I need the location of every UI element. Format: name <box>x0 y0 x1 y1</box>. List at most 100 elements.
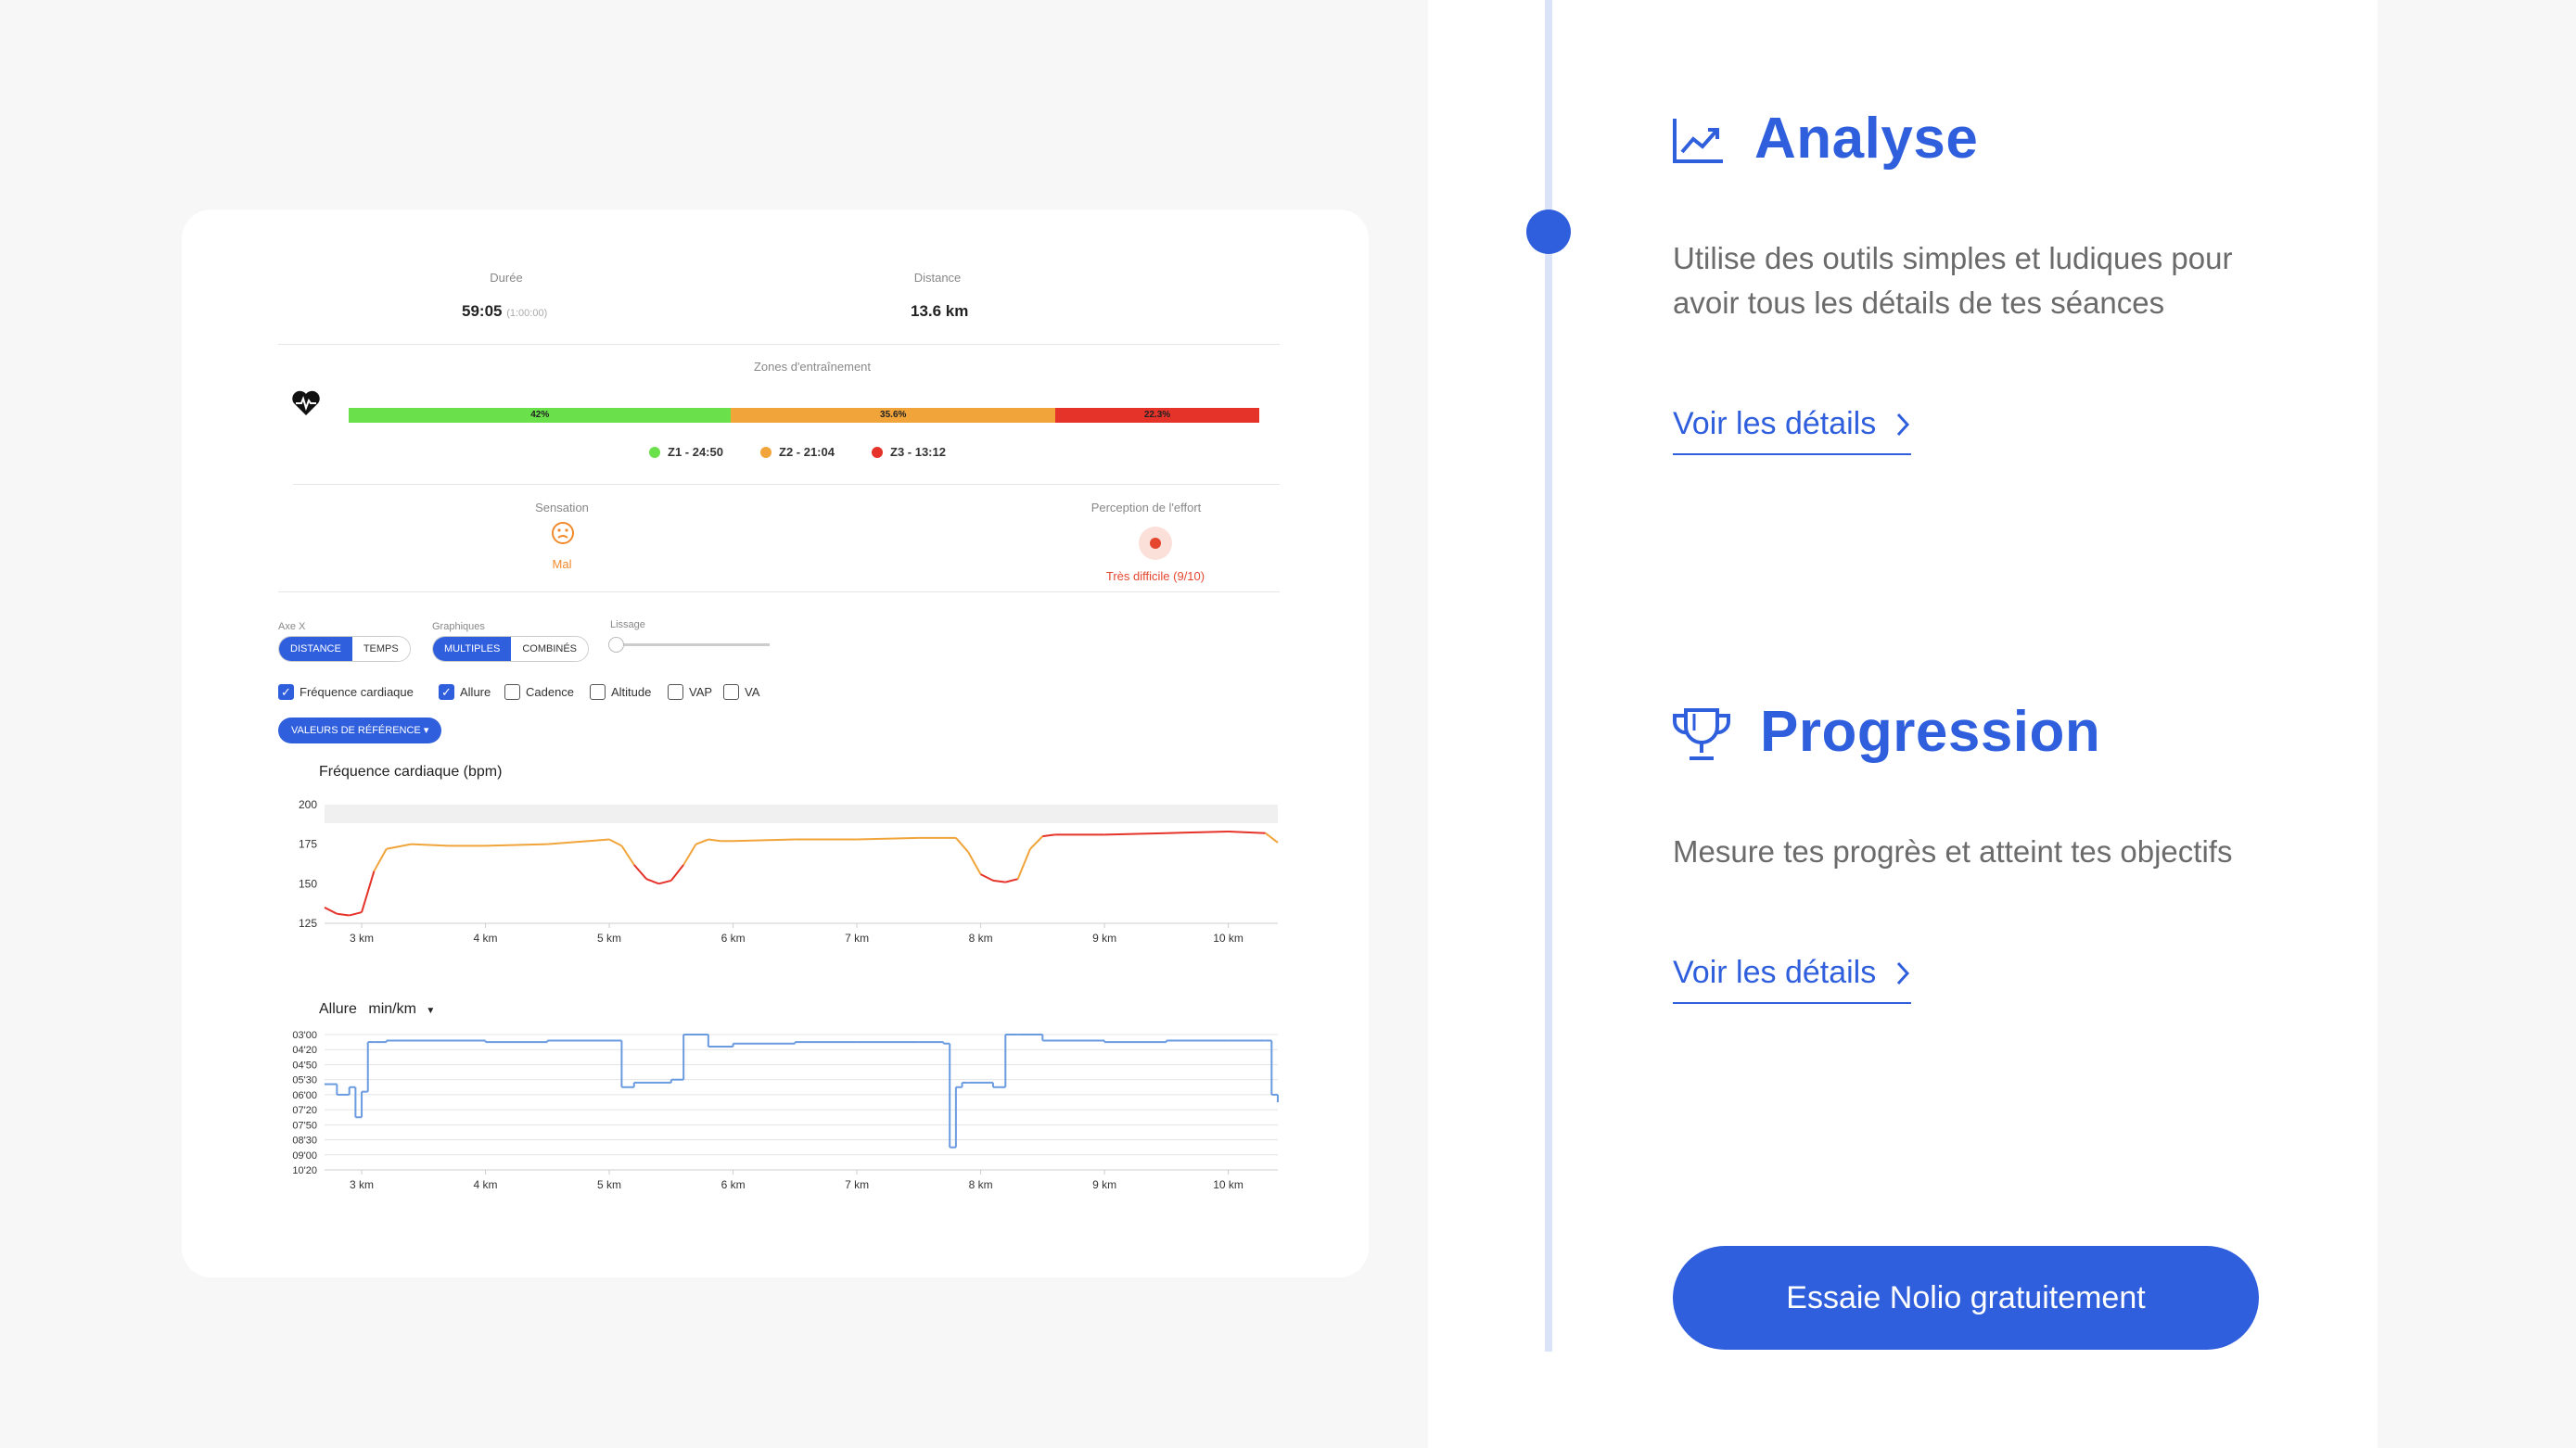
zone-legend-3: Z3 - 13:12 <box>872 445 946 459</box>
series-segment <box>337 912 350 917</box>
series-segment <box>682 844 697 866</box>
series-segment <box>992 879 1006 883</box>
x-tick-label: 4 km <box>474 932 498 945</box>
timeline-marker <box>1526 210 1571 254</box>
checkbox-pace[interactable]: ✓ Allure <box>439 684 491 700</box>
checkbox-label: VAP <box>689 685 713 699</box>
x-tick-label: 7 km <box>845 1178 869 1191</box>
y-tick-label: 04'50 <box>292 1060 317 1071</box>
timeline-track <box>1545 0 1552 1352</box>
checkbox-altitude[interactable]: Altitude <box>590 684 651 700</box>
divider <box>278 591 1280 592</box>
smoothing-slider-handle[interactable] <box>608 637 624 653</box>
link-label: Voir les détails <box>1673 955 1877 990</box>
pace-chart-label: Allure <box>319 1001 357 1017</box>
series-segment <box>386 843 412 850</box>
zone-legend-1: Z1 - 24:50 <box>649 445 723 459</box>
checkbox-label: Fréquence cardiaque <box>300 685 414 699</box>
heart-rate-chart: 200 175 150 125 3 km 4 km 5 km 6 km 7 km 8 km 9 km… <box>299 798 1279 945</box>
y-tick-label: 125 <box>299 917 317 930</box>
x-axis-time-button[interactable]: TEMPS <box>351 637 410 661</box>
series-segment <box>547 838 610 845</box>
series-segment <box>645 878 659 885</box>
graphs-combined-button[interactable]: COMBINÉS <box>511 637 588 661</box>
zone-3-dot <box>872 446 883 458</box>
y-tick-label: 200 <box>299 798 317 811</box>
progression-title: Progression <box>1760 700 2101 764</box>
y-tick-label: 06'00 <box>292 1090 317 1101</box>
series-segment <box>411 843 449 847</box>
y-tick-label: 07'50 <box>292 1120 317 1131</box>
series-segment <box>708 838 721 843</box>
zone-legend-text: Z1 - 24:50 <box>668 445 723 459</box>
series-segment <box>733 838 796 843</box>
y-tick-label: 07'20 <box>292 1105 317 1116</box>
zone-legend-text: Z3 - 13:12 <box>890 445 946 459</box>
series-segment <box>967 851 982 875</box>
progression-details-link[interactable]: Voir les détails <box>1673 955 1912 1004</box>
y-tick-label: 09'00 <box>292 1150 317 1162</box>
smoothing-label: Lissage <box>610 619 645 630</box>
checkbox-vap[interactable]: VAP <box>668 684 712 700</box>
chevron-right-icon <box>1897 961 1910 984</box>
checkbox-label: Cadence <box>526 685 575 699</box>
zones-title: Zones d'entraînement <box>753 360 872 374</box>
series-segment <box>1166 831 1229 834</box>
try-free-button[interactable]: Essaie Nolio gratuitement <box>1673 1246 2259 1350</box>
chevron-right-icon <box>1897 413 1910 436</box>
reference-values-button[interactable]: VALEURS DE RÉFÉRENCE ▾ <box>278 718 442 743</box>
checkbox-va[interactable]: VA <box>723 684 759 700</box>
feeling-value: Mal <box>552 557 572 571</box>
x-tick-label: 3 km <box>350 1178 374 1191</box>
y-tick-label: 10'20 <box>292 1165 317 1176</box>
duration-planned: (1:00:00) <box>506 308 548 319</box>
series-segment <box>361 870 376 913</box>
x-tick-label: 8 km <box>969 1178 993 1191</box>
feeling-label: Sensation <box>535 501 589 514</box>
checkbox-heart-rate[interactable]: ✓ Fréquence cardiaque <box>278 684 414 700</box>
x-axis-label: Axe X <box>278 621 306 632</box>
pace-chart-title: Allure min/km ▼ <box>319 1001 435 1018</box>
zone-1-segment: 42% <box>349 408 732 423</box>
series-segment <box>1005 878 1018 883</box>
y-tick-label: 150 <box>299 877 317 890</box>
sad-face-icon <box>551 521 575 545</box>
analysis-preview-card: Durée 59:05 (1:00:00) Distance 13.6 km Z… <box>182 210 1369 1277</box>
pace-unit-select[interactable]: min/km <box>368 1001 416 1017</box>
hr-chart-title: Fréquence cardiaque (bpm) <box>319 764 503 780</box>
graphs-multiple-button[interactable]: MULTIPLES <box>433 637 512 661</box>
checkbox-label: VA <box>745 685 760 699</box>
series-segment <box>633 864 647 880</box>
duration-label: Durée <box>490 271 523 285</box>
series-segment <box>349 911 363 917</box>
distance-label: Distance <box>913 271 962 285</box>
zone-3-segment: 22.3% <box>1055 408 1259 423</box>
checkbox-label: Allure <box>460 685 491 699</box>
y-tick-label: 05'30 <box>292 1075 317 1086</box>
distance-value: 13.6 km <box>911 302 969 320</box>
x-tick-label: 9 km <box>1092 1178 1116 1191</box>
reference-values-label: VALEURS DE RÉFÉRENCE <box>291 725 421 736</box>
analyse-title: Analyse <box>1754 107 1979 171</box>
chart-band <box>325 805 1278 823</box>
trending-up-icon <box>1671 111 1727 171</box>
smoothing-slider[interactable] <box>608 637 770 653</box>
x-axis-distance-button[interactable]: DISTANCE <box>279 637 352 661</box>
series-segment <box>373 848 388 872</box>
checkbox-label: Altitude <box>611 685 652 699</box>
x-tick-label: 6 km <box>721 932 746 945</box>
effort-value: Très difficile (9/10) <box>1105 569 1205 583</box>
analyse-details-link[interactable]: Voir les détails <box>1673 406 1912 455</box>
right-background <box>2378 0 2576 1448</box>
series-segment <box>1016 848 1031 880</box>
x-tick-label: 7 km <box>845 932 869 945</box>
y-tick-label: 08'30 <box>292 1136 317 1147</box>
checkbox-cadence[interactable]: Cadence <box>504 684 574 700</box>
x-tick-label: 6 km <box>721 1178 746 1191</box>
graphs-label: Graphiques <box>432 621 485 632</box>
checkbox-empty-icon <box>590 684 606 700</box>
series-segment <box>1029 835 1044 850</box>
heart-rate-icon <box>291 389 321 417</box>
series-segment <box>324 907 338 915</box>
series-segment <box>1228 831 1266 834</box>
